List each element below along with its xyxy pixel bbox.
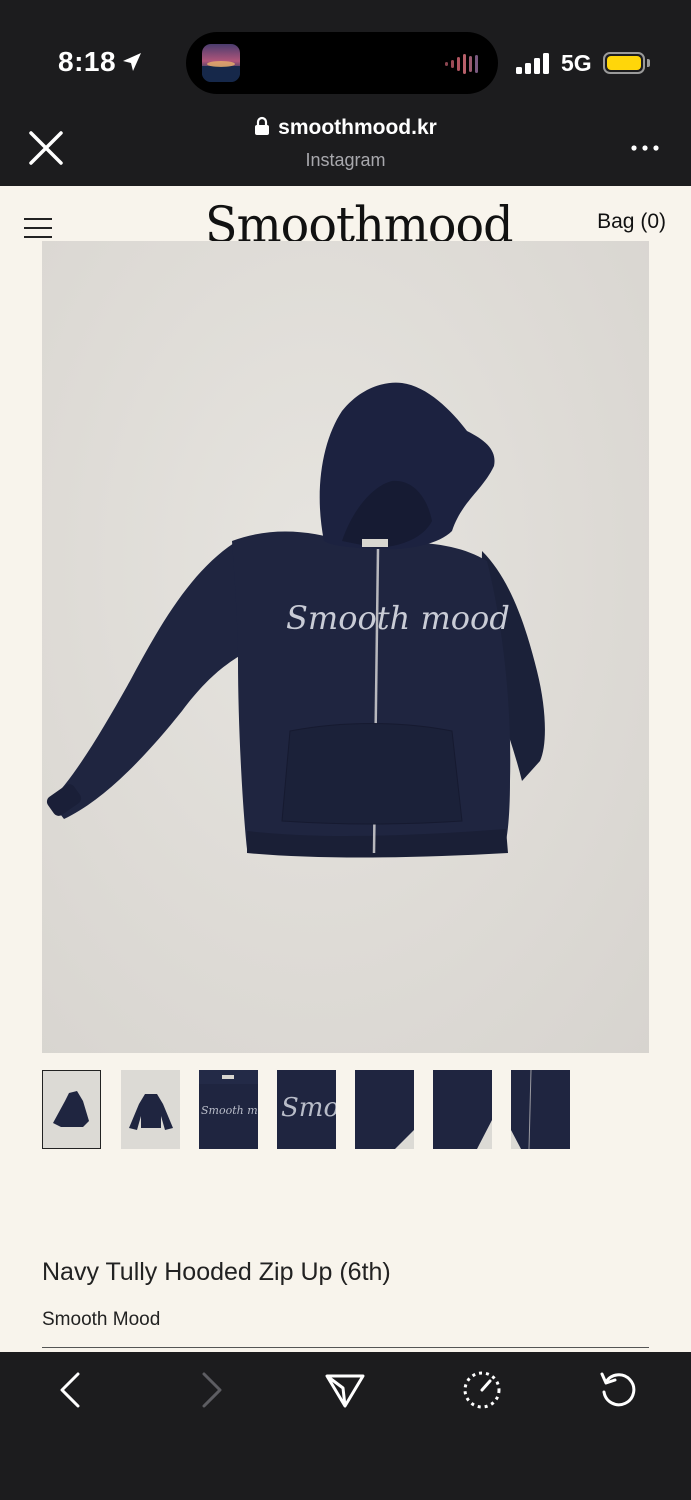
thumbnail-4[interactable]: Smo bbox=[277, 1070, 336, 1149]
product-main-image[interactable]: Smooth mood bbox=[42, 241, 649, 1053]
bag-link[interactable]: Bag (0) bbox=[597, 210, 666, 234]
svg-text:Smooth mood: Smooth mood bbox=[201, 1104, 258, 1117]
url-display[interactable]: smoothmood.kr bbox=[0, 116, 691, 140]
forward-icon[interactable] bbox=[188, 1368, 232, 1412]
svg-text:Smo: Smo bbox=[281, 1093, 336, 1123]
audio-wave-icon bbox=[445, 54, 478, 74]
network-type: 5G bbox=[561, 50, 592, 76]
browser-toolbar bbox=[0, 1352, 691, 1500]
product-brand[interactable]: Smooth Mood bbox=[42, 1309, 160, 1331]
speed-icon[interactable] bbox=[460, 1368, 504, 1412]
thumbnail-7[interactable] bbox=[511, 1070, 570, 1149]
hoodie-illustration: Smooth mood bbox=[46, 382, 545, 858]
browser-header: smoothmood.kr Instagram bbox=[0, 110, 691, 186]
thumbnail-3[interactable]: Smooth mood bbox=[199, 1070, 258, 1149]
menu-icon[interactable] bbox=[24, 218, 54, 240]
more-icon[interactable] bbox=[630, 138, 660, 158]
share-icon[interactable] bbox=[323, 1368, 367, 1412]
lock-icon bbox=[255, 116, 270, 135]
thumbnail-6[interactable] bbox=[433, 1070, 492, 1149]
signal-bars-icon bbox=[516, 53, 549, 74]
url-text: smoothmood.kr bbox=[278, 116, 437, 139]
web-page: Smoothmood Bag (0) Smooth mood Smooth m … bbox=[0, 186, 691, 1352]
location-arrow-icon bbox=[123, 53, 141, 71]
chest-script-text: Smooth mood bbox=[286, 599, 510, 637]
thumbnail-5[interactable] bbox=[355, 1070, 414, 1149]
thumbnail-1[interactable] bbox=[42, 1070, 101, 1149]
status-time: 8:18 bbox=[58, 46, 117, 77]
product-title: Navy Tully Hooded Zip Up (6th) bbox=[42, 1258, 391, 1286]
battery-cap bbox=[647, 59, 650, 67]
reload-icon[interactable] bbox=[596, 1368, 640, 1412]
back-icon[interactable] bbox=[50, 1368, 94, 1412]
thumbnail-strip: Smooth mood Smo bbox=[42, 1070, 662, 1150]
dynamic-island[interactable] bbox=[186, 32, 498, 94]
battery-icon bbox=[603, 52, 645, 74]
source-app-label: Instagram bbox=[305, 150, 386, 170]
divider bbox=[42, 1347, 649, 1348]
thumbnail-2[interactable] bbox=[121, 1070, 180, 1149]
status-bar: 8:18 5G bbox=[0, 0, 691, 110]
now-playing-artwork bbox=[202, 44, 240, 82]
